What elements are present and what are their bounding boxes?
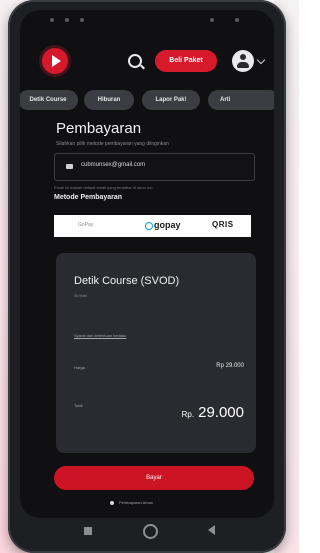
secure-note-text: Pembayaran Aman (119, 500, 154, 505)
status-bar (20, 10, 274, 32)
app-screen: Beli Paket Detik Course Hiburan Lapor Pa… (20, 10, 274, 518)
payment-option-gopay[interactable]: GoPay gopay QRIS (54, 215, 251, 237)
order-summary-card: Detik Course (SVOD) 30 Hari Syarat dan k… (56, 253, 256, 453)
tab-detik-course[interactable]: Detik Course (20, 90, 78, 110)
terms-link[interactable]: Syarat dan ketentuan berlaku (74, 333, 126, 338)
page-subtitle: Silahkan pilih metode pembayaran yang di… (56, 141, 169, 147)
pay-button[interactable]: Bayar (54, 466, 254, 490)
status-dot (65, 18, 69, 22)
qris-logo: QRIS (212, 220, 234, 229)
mail-icon (66, 164, 73, 169)
total-label: Total (74, 403, 83, 408)
price-value: Rp 29.000 (216, 363, 244, 369)
category-tabs: Detik Course Hiburan Lapor Pak! Arti (20, 90, 274, 112)
price-label: Harga (74, 365, 85, 370)
status-dot (210, 18, 214, 22)
back-icon[interactable] (208, 525, 215, 535)
page-title: Pembayaran (56, 120, 142, 137)
tab-hiburan[interactable]: Hiburan (84, 90, 134, 110)
tab-lapor-pak[interactable]: Lapor Pak! (142, 90, 200, 110)
recents-icon[interactable] (84, 527, 92, 535)
app-logo[interactable] (42, 48, 68, 74)
search-icon[interactable] (128, 54, 142, 68)
total-currency: Rp. (181, 410, 195, 419)
secure-payment-note: Pembayaran Aman (110, 500, 153, 505)
course-name: Detik Course (SVOD) (74, 275, 180, 287)
top-bar: Beli Paket (20, 42, 274, 82)
course-duration: 30 Hari (74, 293, 87, 298)
user-icon[interactable] (232, 50, 254, 72)
status-dot (235, 18, 239, 22)
payment-option-label: GoPay (78, 222, 94, 228)
beli-paket-button[interactable]: Beli Paket (155, 50, 217, 72)
android-nav-bar (8, 518, 286, 546)
tab-arti[interactable]: Arti (208, 90, 274, 110)
email-hint: Email ini adalah default email yang terd… (54, 185, 153, 190)
gopay-logo: gopay (145, 220, 181, 230)
total-amount: Rp. 29.000 (182, 404, 244, 421)
status-dot (50, 18, 54, 22)
status-dot (80, 18, 84, 22)
home-icon[interactable] (143, 524, 158, 539)
total-value: 29.000 (198, 404, 244, 421)
email-field[interactable]: cubmunsex@gmail.com (54, 153, 255, 181)
phone-frame: Beli Paket Detik Course Hiburan Lapor Pa… (8, 0, 286, 553)
payment-method-label: Metode Pembayaran (54, 194, 123, 201)
email-value: cubmunsex@gmail.com (81, 162, 146, 168)
chevron-down-icon[interactable] (256, 55, 266, 65)
lock-icon (110, 500, 114, 505)
